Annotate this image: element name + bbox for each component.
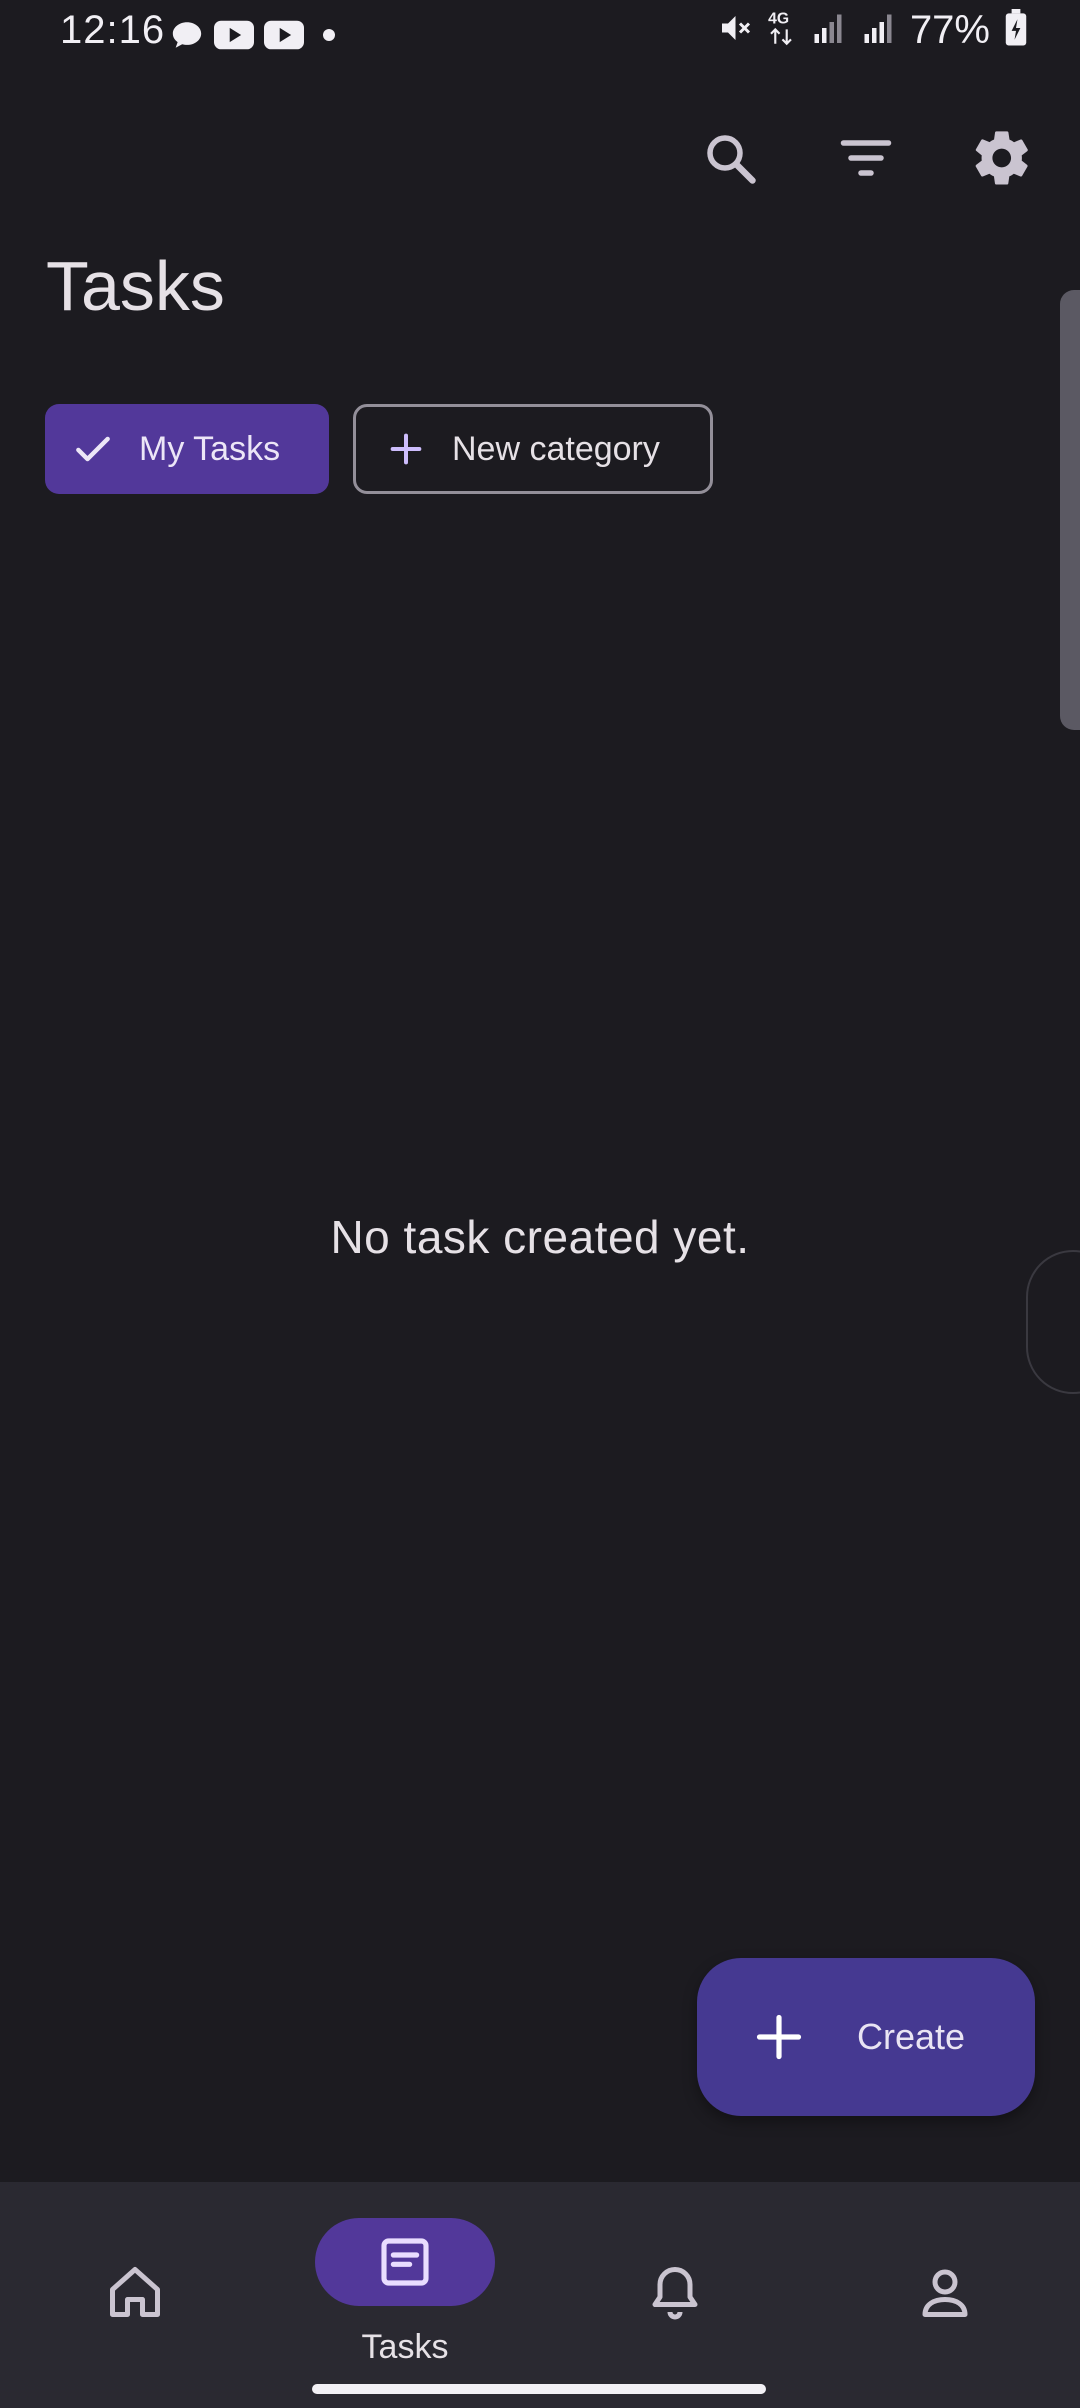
status-right-icons: 4G 77% [716, 8, 1028, 53]
dot-icon [314, 20, 344, 55]
status-bar: 12:16 4G 77% [0, 0, 1080, 72]
filter-icon [840, 140, 892, 176]
search-button[interactable] [692, 120, 768, 196]
plus-icon [384, 427, 428, 471]
new-category-button[interactable]: New category [353, 404, 713, 494]
search-icon [707, 135, 756, 184]
youtube-icon [264, 20, 304, 55]
signal-icon [810, 10, 846, 51]
chip-my-tasks-label: My Tasks [139, 429, 281, 468]
page-title: Tasks [46, 247, 225, 325]
bottom-navigation: Tasks [0, 2182, 1080, 2408]
signal-icon [860, 10, 896, 51]
plus-icon [753, 2011, 805, 2063]
tasks-screen: 12:16 4G 77% Tasks My Tasks New category… [0, 0, 1080, 2408]
nav-tasks-label: Tasks [361, 2328, 449, 2366]
new-category-label: New category [452, 429, 660, 468]
check-icon [71, 427, 115, 471]
create-task-button[interactable]: Create [697, 1958, 1035, 2116]
nav-notifications[interactable] [540, 2182, 810, 2408]
nav-home[interactable] [0, 2182, 270, 2408]
filter-button[interactable] [828, 120, 904, 196]
edge-panel-handle[interactable] [1026, 1250, 1080, 1394]
settings-icon [975, 131, 1028, 185]
mute-icon [716, 10, 752, 51]
category-chips: My Tasks New category [45, 404, 713, 494]
settings-button[interactable] [964, 120, 1040, 196]
network-4g-icon: 4G [766, 8, 796, 53]
tasks-icon [381, 2238, 429, 2286]
chip-my-tasks[interactable]: My Tasks [45, 404, 329, 494]
battery-icon [1004, 9, 1028, 52]
empty-state-message: No task created yet. [330, 1211, 750, 1263]
scroll-handle[interactable] [1060, 290, 1080, 730]
battery-percent: 77% [909, 8, 990, 52]
notification-icons [170, 18, 344, 57]
chat-bubble-icon [170, 18, 204, 57]
bell-icon [645, 2262, 705, 2322]
nav-tasks-indicator [315, 2218, 495, 2306]
youtube-icon [214, 20, 254, 55]
toolbar-actions [692, 120, 1040, 196]
home-icon [105, 2262, 165, 2322]
nav-tasks[interactable]: Tasks [270, 2182, 540, 2408]
network-4g-label: 4G [768, 11, 789, 28]
person-icon [915, 2262, 975, 2322]
status-time: 12:16 [60, 8, 166, 52]
nav-profile[interactable] [810, 2182, 1080, 2408]
create-label: Create [857, 2016, 966, 2057]
gesture-bar[interactable] [312, 2384, 766, 2394]
